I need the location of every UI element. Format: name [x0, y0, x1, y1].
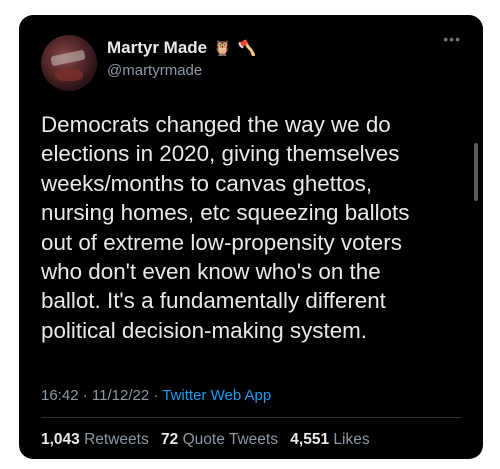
meta-separator: ·: [153, 387, 163, 404]
divider: [41, 417, 461, 418]
retweets-stat[interactable]: 1,043 Retweets: [41, 431, 149, 448]
quotes-label: Quote Tweets: [182, 431, 278, 448]
author-name-row: Martyr Made 🦉 🪓: [107, 38, 257, 58]
tweet-text: Democrats changed the way we do election…: [41, 112, 410, 343]
meta-separator: ·: [82, 387, 92, 404]
more-horizontal-icon[interactable]: •••: [443, 31, 461, 47]
tweet-card: Martyr Made 🦉 🪓 @martyrmade ••• Democrat…: [19, 15, 483, 459]
retweets-label: Retweets: [84, 431, 149, 448]
tweet-meta: 16:42 · 11/12/22 · Twitter Web App: [41, 387, 271, 404]
author-handle[interactable]: @martyrmade: [107, 62, 202, 79]
likes-label: Likes: [333, 431, 370, 448]
tweet-time[interactable]: 16:42: [41, 387, 79, 404]
quotes-count: 72: [161, 431, 179, 448]
quotes-stat[interactable]: 72 Quote Tweets: [161, 431, 278, 448]
retweets-count: 1,043: [41, 431, 80, 448]
tweet-date[interactable]: 11/12/22: [92, 387, 149, 404]
author-display-name[interactable]: Martyr Made: [107, 38, 207, 58]
owl-icon: 🦉: [213, 39, 232, 57]
avatar[interactable]: [41, 35, 97, 91]
scrollbar[interactable]: [474, 143, 478, 201]
engagement-stats: 1,043 Retweets 72 Quote Tweets 4,551 Lik…: [41, 431, 378, 449]
likes-count: 4,551: [290, 431, 330, 448]
axe-icon: 🪓: [237, 39, 257, 57]
likes-stat[interactable]: 4,551 Likes: [290, 431, 369, 448]
tweet-source-link[interactable]: Twitter Web App: [162, 387, 271, 404]
